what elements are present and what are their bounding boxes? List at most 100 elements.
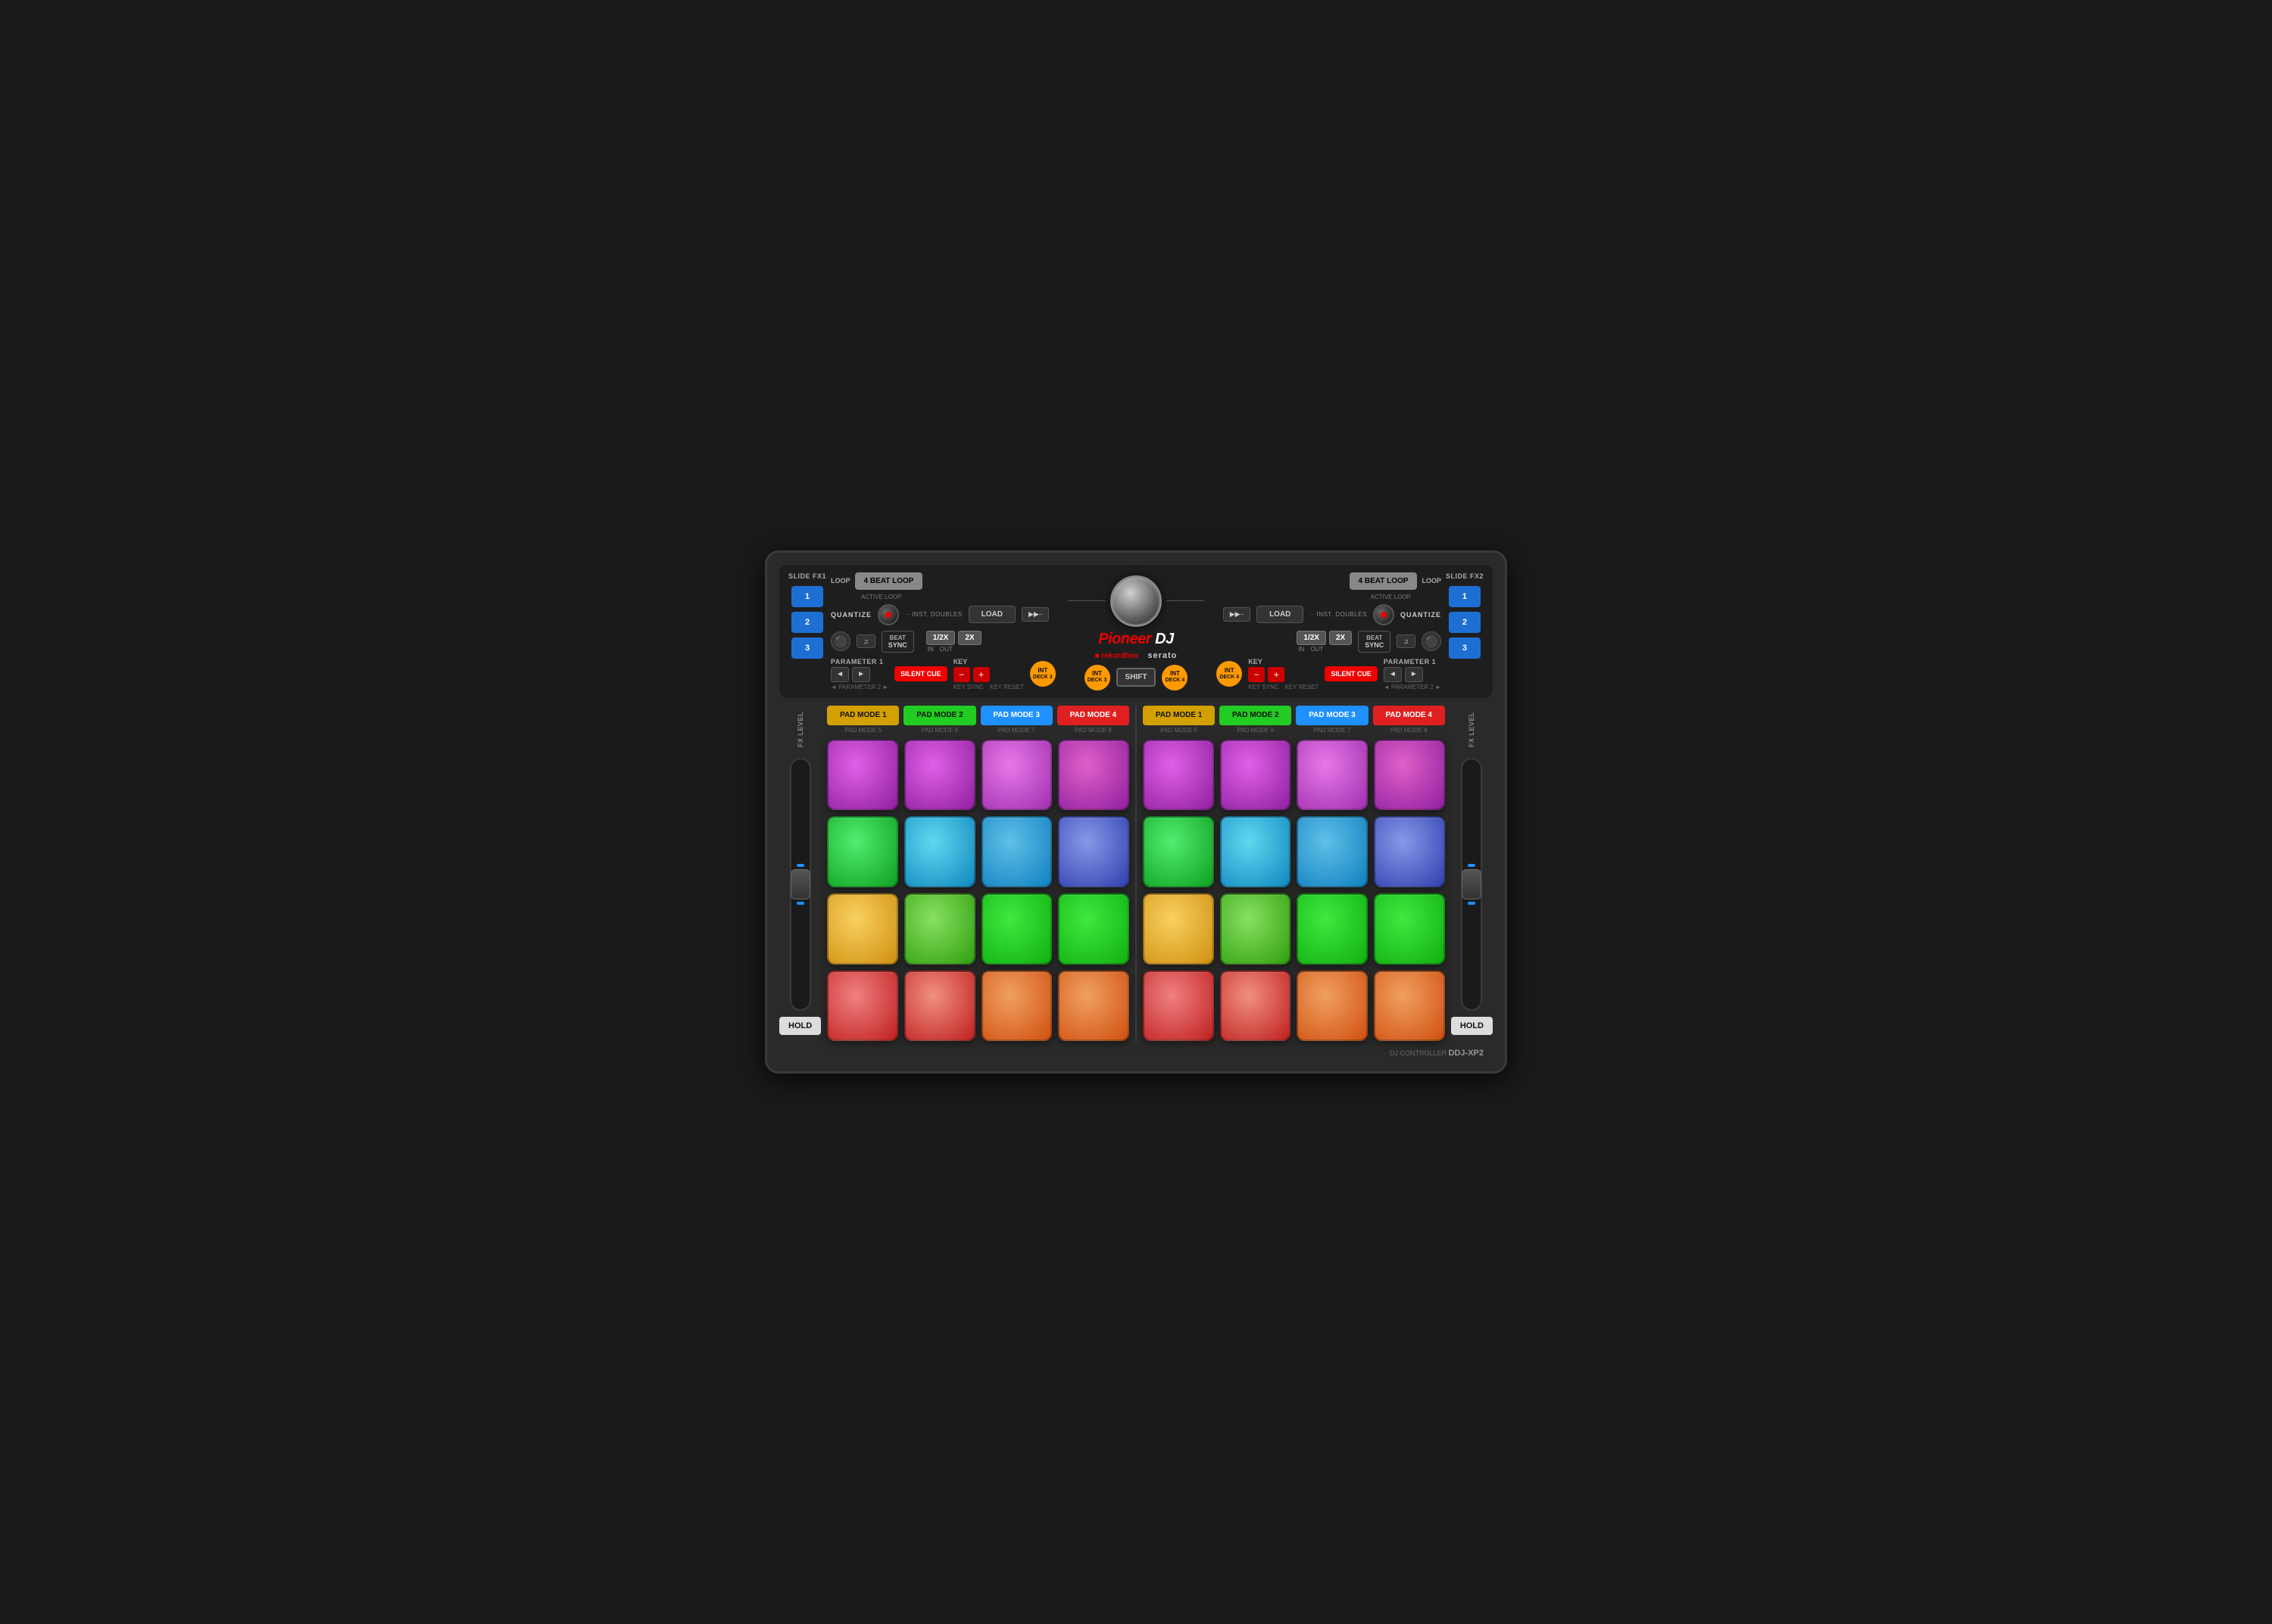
- right-pad-14[interactable]: [1220, 971, 1291, 1042]
- left-pad-7[interactable]: [982, 816, 1053, 887]
- left-pad-1[interactable]: [827, 740, 898, 811]
- right-pad-mode4-btn[interactable]: PAD MODE 4: [1373, 706, 1445, 725]
- left-pad-15[interactable]: [982, 971, 1053, 1042]
- left-beat-sync-btn[interactable]: BEAT SYNC: [882, 631, 914, 653]
- right-cue-transport[interactable]: ▶▶⎯: [1223, 607, 1250, 622]
- right-pad-15[interactable]: [1297, 971, 1368, 1042]
- right-pad-3[interactable]: [1297, 740, 1368, 811]
- left-int-deck-btn[interactable]: INT DECK 3: [1030, 661, 1056, 687]
- right-beat-sync-btn[interactable]: BEAT SYNC: [1358, 631, 1390, 653]
- center-int-deck3-btn[interactable]: INT DECK 3: [1085, 665, 1110, 690]
- right-slider-dot6: [1468, 902, 1475, 905]
- left-pad-10[interactable]: [904, 893, 975, 965]
- slide-fx2-btn1[interactable]: 1: [1449, 586, 1481, 607]
- right-key-sync-label: KEY SYNC: [1248, 684, 1278, 690]
- right-pad-12[interactable]: [1374, 893, 1445, 965]
- right-int-deck-btn[interactable]: INT DECK 4: [1216, 661, 1242, 687]
- right-pad-4[interactable]: [1374, 740, 1445, 811]
- left-pad-16[interactable]: [1058, 971, 1129, 1042]
- left-pad-11[interactable]: [982, 893, 1053, 965]
- slide-fx2-btn3[interactable]: 3: [1449, 637, 1481, 659]
- right-hold-btn[interactable]: HOLD: [1451, 1017, 1493, 1035]
- right-load-btn[interactable]: LOAD: [1256, 606, 1303, 623]
- left-param-right-btn[interactable]: ►: [852, 667, 870, 682]
- right-deck-controls: 4 BEAT LOOP LOOP ACTIVE LOOP ▶▶⎯ LOAD ··…: [1209, 572, 1441, 690]
- right-fx-slider-track[interactable]: [1461, 758, 1482, 1011]
- right-pad-1[interactable]: [1143, 740, 1214, 811]
- left-pad-14[interactable]: [904, 971, 975, 1042]
- slide-fx1-btn2[interactable]: 2: [791, 612, 823, 633]
- slide-fx2-btn2[interactable]: 2: [1449, 612, 1481, 633]
- slide-fx1: SLIDE FX1 1 2 3: [788, 572, 826, 690]
- left-pad-9[interactable]: [827, 893, 898, 965]
- right-pad-mode1-btn[interactable]: PAD MODE 1: [1143, 706, 1215, 725]
- left-music-note[interactable]: ♫: [857, 634, 875, 648]
- left-pad-3[interactable]: [982, 740, 1053, 811]
- left-pad-13[interactable]: [827, 971, 898, 1042]
- left-headphone-btn[interactable]: ⚫: [831, 631, 850, 651]
- left-pad-mode1-btn[interactable]: PAD MODE 1: [827, 706, 899, 725]
- left-pad-mode4-btn[interactable]: PAD MODE 4: [1057, 706, 1129, 725]
- left-pad-6[interactable]: [904, 816, 975, 887]
- right-param-left-btn[interactable]: ◄: [1384, 667, 1402, 682]
- center-int4-label: INT: [1170, 671, 1180, 678]
- right-fx-level-label: FX LEVEL: [1468, 712, 1475, 747]
- left-cue-transport[interactable]: ▶▶⎯: [1022, 607, 1049, 622]
- serato-logo: serato: [1147, 651, 1177, 660]
- right-pad-5[interactable]: [1143, 816, 1214, 887]
- right-pad-6[interactable]: [1220, 816, 1291, 887]
- right-key-minus[interactable]: −: [1248, 667, 1265, 682]
- slide-fx1-btn3[interactable]: 3: [791, 637, 823, 659]
- left-pad-4[interactable]: [1058, 740, 1129, 811]
- left-param-left-btn[interactable]: ◄: [831, 667, 849, 682]
- right-pad-7[interactable]: [1297, 816, 1368, 887]
- left-load-btn[interactable]: LOAD: [969, 606, 1016, 623]
- center-int-deck4-btn[interactable]: INT DECK 4: [1162, 665, 1187, 690]
- right-pad-10[interactable]: [1220, 893, 1291, 965]
- left-beat-label: BEAT: [888, 634, 907, 641]
- left-fx-level-label: FX LEVEL: [797, 712, 804, 747]
- right-silent-cue-btn[interactable]: SILENT CUE: [1325, 666, 1378, 682]
- right-pad-2[interactable]: [1220, 740, 1291, 811]
- left-key-plus[interactable]: +: [973, 667, 990, 682]
- right-pad-8[interactable]: [1374, 816, 1445, 887]
- left-half-x-btn[interactable]: 1/2X: [926, 631, 956, 645]
- left-pad-12[interactable]: [1058, 893, 1129, 965]
- right-pad-16[interactable]: [1374, 971, 1445, 1042]
- left-pad-mode8-label: PAD MODE 8: [1075, 727, 1112, 734]
- right-two-x-btn[interactable]: 2X: [1329, 631, 1352, 645]
- right-music-note[interactable]: ♫: [1397, 634, 1415, 648]
- left-pad-8[interactable]: [1058, 816, 1129, 887]
- left-fx-slider-track[interactable]: [790, 758, 811, 1011]
- shift-btn[interactable]: SHIFT: [1116, 668, 1156, 687]
- right-slider-handle[interactable]: [1462, 869, 1481, 899]
- right-half-x-btn[interactable]: 1/2X: [1297, 631, 1326, 645]
- left-two-x-btn[interactable]: 2X: [958, 631, 981, 645]
- right-headphone-btn[interactable]: ⚫: [1422, 631, 1441, 651]
- left-key-minus[interactable]: −: [953, 667, 970, 682]
- left-beat-loop-btn[interactable]: 4 BEAT LOOP: [855, 572, 923, 590]
- right-param-right-btn[interactable]: ►: [1405, 667, 1423, 682]
- right-pad-mode2-btn[interactable]: PAD MODE 2: [1219, 706, 1291, 725]
- right-pad-mode-row: PAD MODE 1 PAD MODE 5 PAD MODE 2 PAD MOD…: [1143, 706, 1445, 734]
- right-pad-9[interactable]: [1143, 893, 1214, 965]
- slide-fx1-btn1[interactable]: 1: [791, 586, 823, 607]
- left-pad-mode3-btn[interactable]: PAD MODE 3: [981, 706, 1053, 725]
- right-key-plus[interactable]: +: [1268, 667, 1284, 682]
- left-silent-cue-text: SILENT CUE: [900, 670, 941, 678]
- right-sync-label: SYNC: [1365, 641, 1384, 649]
- master-knob[interactable]: [1110, 575, 1162, 627]
- right-quantize-knob[interactable]: [1373, 604, 1394, 625]
- left-pad-2[interactable]: [904, 740, 975, 811]
- top-section: SLIDE FX1 1 2 3 LOOP 4 BEAT LOOP ACTIVE …: [779, 565, 1493, 698]
- left-pad-mode2-btn[interactable]: PAD MODE 2: [903, 706, 975, 725]
- right-pad-mode3-btn[interactable]: PAD MODE 3: [1296, 706, 1368, 725]
- left-slider-handle[interactable]: [791, 869, 810, 899]
- right-pad-11[interactable]: [1297, 893, 1368, 965]
- left-hold-btn[interactable]: HOLD: [779, 1017, 821, 1035]
- left-quantize-knob[interactable]: [878, 604, 899, 625]
- left-pad-5[interactable]: [827, 816, 898, 887]
- right-pad-13[interactable]: [1143, 971, 1214, 1042]
- left-silent-cue-btn[interactable]: SILENT CUE: [894, 666, 947, 682]
- right-beat-loop-btn[interactable]: 4 BEAT LOOP: [1350, 572, 1418, 590]
